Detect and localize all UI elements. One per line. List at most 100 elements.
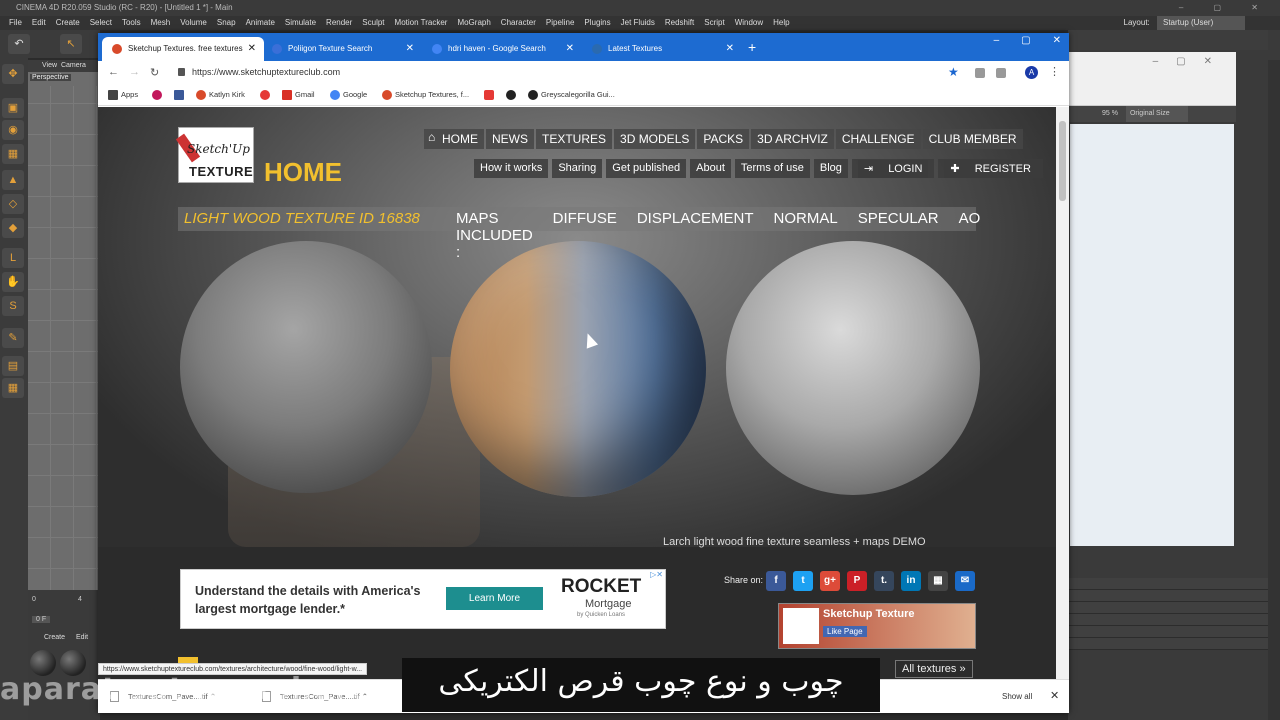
subnav-terms[interactable]: Terms of use: [734, 159, 810, 178]
pinterest-share-icon[interactable]: P: [847, 571, 867, 591]
ad-learn-more-button[interactable]: Learn More: [446, 587, 543, 610]
subnav-how-it-works[interactable]: How it works: [474, 159, 549, 178]
nav-club-member[interactable]: CLUB MEMBER: [922, 129, 1023, 149]
tab-close-icon[interactable]: ✕: [566, 37, 574, 61]
minimize-icon[interactable]: –: [994, 35, 1000, 46]
menu-window[interactable]: Window: [730, 16, 768, 30]
back-icon[interactable]: ←: [108, 66, 119, 78]
login-button[interactable]: ⇥ LOGIN: [851, 159, 935, 178]
mat-menu-edit[interactable]: Edit: [76, 634, 88, 641]
tumblr-share-icon[interactable]: t.: [874, 571, 894, 591]
facebook-page-widget[interactable]: Sketchup Texture Like Page: [778, 603, 976, 649]
menu-character[interactable]: Character: [496, 16, 541, 30]
menu-jet-fluids[interactable]: Jet Fluids: [616, 16, 660, 30]
map-ao[interactable]: AO: [959, 210, 981, 261]
subnav-about[interactable]: About: [690, 159, 731, 178]
register-button[interactable]: ✚ REGISTER: [938, 159, 1043, 178]
tab-close-icon[interactable]: ✕: [248, 37, 256, 61]
menu-simulate[interactable]: Simulate: [280, 16, 321, 30]
extension-icon[interactable]: [975, 68, 985, 78]
menu-help[interactable]: Help: [768, 16, 794, 30]
size-mode[interactable]: Original Size: [1125, 106, 1188, 122]
edges-mode-icon[interactable]: ◇: [2, 194, 24, 214]
tab-poliigon[interactable]: Poliigon Texture Search ✕: [262, 37, 422, 61]
linkedin-share-icon[interactable]: in: [901, 571, 921, 591]
mat-menu-create[interactable]: Create: [44, 634, 65, 641]
menu-animate[interactable]: Animate: [241, 16, 280, 30]
polygon-mode-icon[interactable]: ◆: [2, 218, 24, 238]
bookmark-sketchup[interactable]: Sketchup Textures, f...: [382, 89, 469, 101]
subnav-sharing[interactable]: Sharing: [552, 159, 603, 178]
zoom-value[interactable]: 95 %: [1102, 110, 1118, 117]
layout-selector[interactable]: Layout: Startup (User): [1114, 16, 1250, 30]
grid-icon[interactable]: ▦: [2, 378, 24, 398]
bookmark-apps[interactable]: Apps: [108, 89, 138, 101]
picture-viewer-controls[interactable]: –▢✕: [1153, 56, 1230, 67]
advertisement[interactable]: Understand the details with America's la…: [180, 569, 666, 629]
menu-tools[interactable]: Tools: [117, 16, 146, 30]
layout-value[interactable]: Startup (User): [1157, 16, 1245, 30]
menu-volume[interactable]: Volume: [175, 16, 212, 30]
subnav-get-published[interactable]: Get published: [606, 159, 687, 178]
menu-pipeline[interactable]: Pipeline: [541, 16, 579, 30]
nav-3d-models[interactable]: 3D MODELS: [614, 129, 696, 149]
bookmark-google[interactable]: Google: [330, 89, 367, 101]
menu-redshift[interactable]: Redshift: [660, 16, 699, 30]
bookmark-star-icon[interactable]: ★: [948, 65, 959, 79]
tab-hdri-haven[interactable]: hdri haven - Google Search ✕: [422, 37, 582, 61]
nav-news[interactable]: NEWS: [486, 129, 534, 149]
snap-icon[interactable]: S: [2, 296, 24, 316]
checker-icon[interactable]: ▦: [2, 144, 24, 164]
profile-avatar[interactable]: A: [1025, 66, 1038, 79]
menu-motion-tracker[interactable]: Motion Tracker: [390, 16, 453, 30]
page-scrollbar[interactable]: [1056, 107, 1069, 713]
menu-select[interactable]: Select: [85, 16, 117, 30]
tab-close-icon[interactable]: ✕: [406, 37, 414, 61]
all-textures-link[interactable]: All textures »: [895, 660, 973, 678]
paint-icon[interactable]: ✎: [2, 328, 24, 348]
menu-snap[interactable]: Snap: [212, 16, 241, 30]
menu-file[interactable]: File: [4, 16, 27, 30]
tweak-icon[interactable]: ✋: [2, 272, 24, 292]
select-tool-icon[interactable]: ↖: [60, 34, 82, 54]
facebook-share-icon[interactable]: f: [766, 571, 786, 591]
menu-create[interactable]: Create: [51, 16, 85, 30]
reload-icon[interactable]: ↻: [150, 66, 159, 79]
new-tab-button[interactable]: +: [748, 39, 756, 55]
sphere-mode-icon[interactable]: ◉: [2, 120, 24, 140]
menu-render[interactable]: Render: [321, 16, 357, 30]
side-tabs[interactable]: [1268, 60, 1280, 720]
menu-edit[interactable]: Edit: [27, 16, 51, 30]
twitter-share-icon[interactable]: t: [793, 571, 813, 591]
frame-field[interactable]: 0 F: [32, 616, 51, 623]
menu-script[interactable]: Script: [699, 16, 729, 30]
menu-sculpt[interactable]: Sculpt: [357, 16, 389, 30]
nav-challenge[interactable]: CHALLENGE: [835, 129, 921, 149]
menu-plugins[interactable]: Plugins: [579, 16, 615, 30]
tab-latest-textures[interactable]: Latest Textures ✕: [582, 37, 742, 61]
maximize-icon[interactable]: ▢: [1021, 35, 1030, 46]
site-logo[interactable]: Sketch'Up TEXTURE: [175, 127, 254, 183]
fb-like-button[interactable]: Like Page: [823, 626, 867, 637]
tab-close-icon[interactable]: ✕: [726, 37, 734, 61]
cube-mode-icon[interactable]: ▣: [2, 98, 24, 118]
points-mode-icon[interactable]: ▲: [2, 170, 24, 190]
bookmark-katlyn-kirk[interactable]: Katlyn Kirk: [196, 89, 245, 101]
show-all-button[interactable]: Show all: [1002, 692, 1032, 701]
delicious-share-icon[interactable]: ▦: [928, 571, 948, 591]
c4d-viewport[interactable]: View Camera Perspective: [28, 60, 100, 630]
axis-icon[interactable]: L: [2, 248, 24, 268]
menu-mesh[interactable]: Mesh: [146, 16, 176, 30]
undo-icon[interactable]: ↶: [8, 34, 30, 54]
move-tool-icon[interactable]: ✥: [2, 64, 24, 84]
google-plus-share-icon[interactable]: g+: [820, 571, 840, 591]
forward-icon[interactable]: →: [129, 66, 140, 78]
nav-textures[interactable]: TEXTURES: [536, 129, 613, 149]
map-displacement[interactable]: DISPLACEMENT: [637, 210, 754, 261]
bookmark-greyscalegorilla[interactable]: Greyscalegorilla Gui...: [528, 89, 615, 101]
scrollbar-thumb[interactable]: [1059, 121, 1066, 201]
viewport-menu-view[interactable]: View: [42, 62, 57, 69]
nav-packs[interactable]: PACKS: [697, 129, 750, 149]
extension-icon[interactable]: [996, 68, 1006, 78]
c4d-window-controls[interactable]: – ▢ ✕: [1179, 0, 1272, 16]
